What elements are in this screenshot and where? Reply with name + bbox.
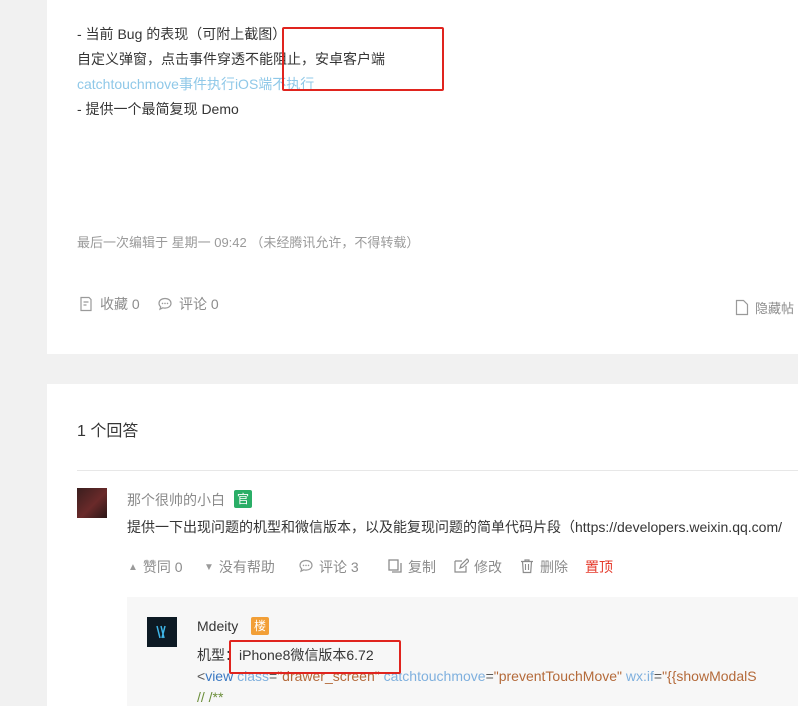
post-line-demo: - 提供一个最简复现 Demo: [77, 101, 239, 117]
post-line-bug: - 当前 Bug 的表现（可附上截图）: [77, 26, 287, 42]
unhelpful-button[interactable]: ▼ 没有帮助: [204, 557, 275, 577]
comment-label: 评论 0: [179, 296, 219, 312]
favorite-button[interactable]: 收藏 0: [78, 294, 140, 314]
page: - 当前 Bug 的表现（可附上截图） 自定义弹窗，点击事件穿透不能阻止，安卓客…: [0, 0, 798, 706]
unhelpful-label: 没有帮助: [218, 559, 275, 575]
copy-icon: [387, 558, 403, 577]
code-eq: =: [485, 668, 494, 684]
code-open-bracket: <: [197, 668, 206, 684]
post-link[interactable]: catchtouchmove事件执行iOS端不执行: [77, 74, 314, 94]
official-badge: 官: [234, 490, 252, 508]
code-if-attr: wx:if: [625, 668, 654, 684]
reply-box: Mdeity 楼 机型：iPhone8微信版本6.72 <view class=…: [127, 597, 798, 706]
triangle-down-icon: ▼: [204, 561, 214, 573]
highlight-box-model: [229, 640, 401, 674]
comment-icon: [298, 558, 314, 577]
answer-comment-button[interactable]: 评论 3: [298, 557, 359, 577]
code-touch-val: "preventTouchMove": [493, 668, 622, 684]
floor-badge: 楼: [251, 617, 269, 635]
favorite-icon: [78, 296, 94, 312]
copy-label: 复制: [408, 559, 436, 575]
answer-comment-label: 评论 3: [319, 559, 359, 575]
comment-icon: [157, 296, 173, 312]
avatar-logo-icon: [156, 625, 166, 639]
pin-button[interactable]: 置顶: [585, 557, 613, 577]
code-comment: // /**: [197, 689, 224, 705]
divider: [77, 470, 798, 471]
like-label: 赞同 0: [142, 559, 183, 575]
code-if-val: "{{showModalS: [662, 668, 757, 684]
delete-button[interactable]: 删除: [519, 557, 568, 577]
like-button[interactable]: ▲ 赞同 0: [128, 557, 183, 577]
copy-button[interactable]: 复制: [387, 557, 436, 577]
edit-button[interactable]: 修改: [453, 557, 502, 577]
hide-post-button[interactable]: 隐藏帖: [735, 298, 794, 317]
edit-icon: [453, 557, 470, 577]
favorite-label: 收藏 0: [100, 296, 140, 312]
code-eq: =: [653, 668, 663, 684]
hide-icon: [735, 299, 749, 316]
delete-label: 删除: [540, 559, 568, 575]
highlight-box-top: [282, 27, 444, 91]
comment-button[interactable]: 评论 0: [157, 294, 219, 314]
edited-timestamp: 最后一次编辑于 星期一 09:42 （未经腾讯允许，不得转载）: [77, 235, 420, 250]
trash-icon: [519, 558, 535, 577]
triangle-up-icon: ▲: [128, 561, 138, 573]
reply-author[interactable]: Mdeity: [197, 618, 238, 634]
answer-text: 提供一下出现问题的机型和微信版本，以及能复现问题的简单代码片段（https://…: [127, 519, 782, 535]
avatar[interactable]: [77, 488, 107, 518]
edit-label: 修改: [474, 559, 502, 575]
avatar[interactable]: [147, 617, 177, 647]
answers-count: 1 个回答: [77, 423, 139, 440]
hide-post-label: 隐藏帖: [755, 301, 795, 316]
answers-card: 1 个回答 那个很帅的小白 官 提供一下出现问题的机型和微信版本，以及能复现问题…: [47, 384, 798, 706]
answer-author[interactable]: 那个很帅的小白: [127, 490, 225, 510]
